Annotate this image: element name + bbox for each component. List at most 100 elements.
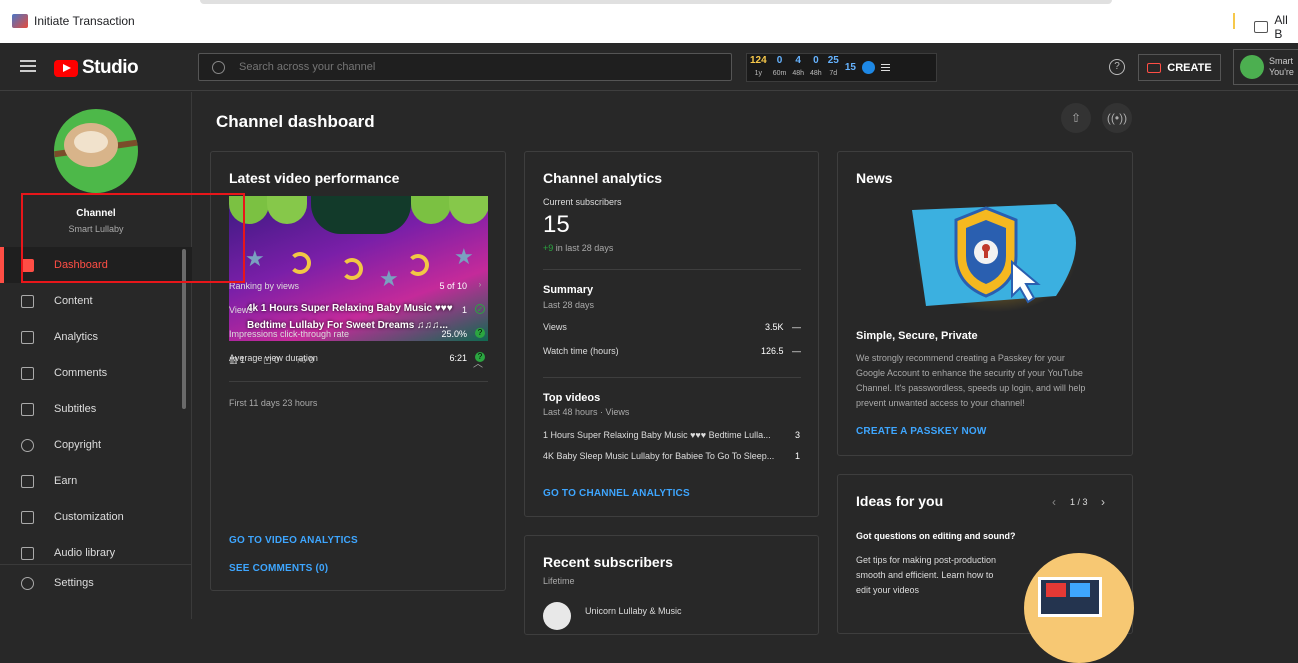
create-button[interactable]: CREATE <box>1138 54 1221 81</box>
account-sub: You're <box>1269 67 1294 77</box>
copyright-icon <box>21 438 34 452</box>
sidebar-item-earn[interactable]: Earn <box>0 463 192 499</box>
bookmarks-bar: Initiate Transaction All B <box>0 0 1298 43</box>
news-body: We strongly recommend creating a Passkey… <box>856 351 1085 411</box>
card-heading: News <box>856 170 893 186</box>
page-title: Channel dashboard <box>216 112 375 131</box>
sidebar-item-label: Customization <box>54 511 124 523</box>
watch-time-label: Watch time (hours) <box>543 346 619 356</box>
stat-label: 1y <box>754 70 763 77</box>
stat-row-value: 5 of 10 <box>439 281 467 291</box>
sidebar-item-analytics[interactable]: Analytics <box>0 319 192 355</box>
stat-row-value: 6:21 <box>449 353 467 363</box>
subscriber-name[interactable]: Unicorn Lullaby & Music <box>585 606 682 616</box>
views-label: Views <box>543 322 567 332</box>
latest-video-card: Latest video performance ★ ★ ★ 4k 1 Hour… <box>210 151 506 591</box>
stat-value: 124 <box>750 55 767 66</box>
upload-icon[interactable]: ⇧ <box>1061 103 1091 133</box>
video-thumbnail[interactable]: ★ ★ ★ 4k 1 Hours Super Relaxing Baby Mus… <box>229 196 488 341</box>
see-comments-link[interactable]: SEE COMMENTS (0) <box>229 563 328 574</box>
stat-label: 7d <box>829 70 838 77</box>
top-videos-heading: Top videos <box>543 392 601 404</box>
stat-item: 25 7d <box>828 56 839 79</box>
news-title: Simple, Secure, Private <box>856 330 978 342</box>
news-body-line: Google Account to enhance the security o… <box>856 368 1083 378</box>
avatar <box>1240 55 1264 79</box>
ideas-card: Ideas for you ‹ 1 / 3 › Got questions on… <box>837 474 1134 663</box>
stat-value: 0 <box>813 55 819 66</box>
thumbnail-title-line1: 4k 1 Hours Super Relaxing Baby Music ♥♥♥ <box>247 303 453 314</box>
sidebar-item-content[interactable]: Content <box>0 283 192 319</box>
sidebar-item-settings[interactable]: Settings <box>0 565 192 601</box>
stat-item: 0 60m <box>773 56 787 79</box>
sidebar-item-comments[interactable]: Comments <box>0 355 192 391</box>
account-name: Smart <box>1269 56 1294 66</box>
stat-item: 0 48h <box>810 56 822 79</box>
bookmark-separator <box>1233 13 1235 29</box>
chevron-left-icon[interactable]: ‹ <box>1052 495 1056 509</box>
stat-label: 60m <box>772 70 787 77</box>
studio-logo-text: Studio <box>82 57 139 78</box>
stat-value: 0 <box>776 55 783 66</box>
create-passkey-link[interactable]: CREATE A PASSKEY NOW <box>856 426 987 437</box>
ideas-body-line: smooth and efficient. Learn how to <box>856 570 994 580</box>
sidebar: Channel Smart Lullaby Dashboard Content An… <box>0 92 245 619</box>
card-heading: Latest video performance <box>229 170 400 186</box>
sidebar-item-subtitles[interactable]: Subtitles <box>0 391 192 427</box>
play-icon[interactable] <box>861 61 875 74</box>
stat-label: 48h <box>792 70 804 77</box>
subscribers-count: 15 <box>543 211 570 238</box>
go-to-video-analytics-link[interactable]: GO TO VIDEO ANALYTICS <box>229 535 358 546</box>
account-button[interactable]: Smart You're <box>1233 49 1298 85</box>
divider <box>543 269 801 270</box>
bookmark-initiate-transaction[interactable]: Initiate Transaction <box>12 14 135 28</box>
content-icon <box>21 294 34 308</box>
bookmark-all-bookmarks[interactable]: All B <box>1254 13 1298 41</box>
help-icon[interactable]: ? <box>1109 59 1125 75</box>
create-video-icon <box>1147 62 1162 73</box>
go-live-icon[interactable]: ((•)) <box>1102 103 1132 133</box>
bookmark-label: All B <box>1274 13 1288 41</box>
subscribers-delta: +9 in last 28 days <box>543 243 613 253</box>
help-circle-icon[interactable]: ? <box>475 328 485 338</box>
comments-icon <box>21 366 34 380</box>
news-card: News Simple, Secure, Private We strongly… <box>837 151 1133 456</box>
go-to-channel-analytics-link[interactable]: GO TO CHANNEL ANALYTICS <box>543 488 690 499</box>
chevron-right-icon[interactable]: › <box>1101 495 1105 509</box>
delta-text: in last 28 days <box>555 243 614 253</box>
news-body-line: We strongly recommend creating a Passkey… <box>856 353 1065 363</box>
search-box[interactable] <box>198 53 732 81</box>
search-input[interactable] <box>239 61 699 73</box>
top-video-2[interactable]: 4K Baby Sleep Music Lullaby for Babiee T… <box>543 451 774 461</box>
subscriber-avatar[interactable] <box>543 602 571 630</box>
stat-value: 15 <box>844 61 856 73</box>
folder-icon <box>1254 21 1269 33</box>
sidebar-item-label: Content <box>54 295 93 307</box>
gear-icon <box>21 576 34 590</box>
studio-logo[interactable]: Studio <box>54 57 139 79</box>
hamburger-menu-icon[interactable] <box>20 60 36 72</box>
stat-label: 48h <box>810 70 822 77</box>
top-video-1[interactable]: 1 Hours Super Relaxing Baby Music ♥♥♥ Be… <box>543 430 771 440</box>
bookmark-label: Initiate Transaction <box>34 14 135 28</box>
stat-value: 25 <box>827 55 839 66</box>
channel-avatar[interactable] <box>54 109 138 193</box>
stat-row-value: 1 <box>461 305 467 315</box>
delta-value: +9 <box>543 243 554 253</box>
help-circle-icon[interactable]: ? <box>475 352 485 362</box>
extension-stats-widget[interactable]: 124 1y 0 60m 4 48h 0 48h 25 7d 15 <box>746 53 937 82</box>
channel-analytics-card: Channel analytics Current subscribers 15… <box>524 151 819 517</box>
sidebar-item-copyright[interactable]: Copyright <box>0 427 192 463</box>
analytics-icon <box>21 330 34 344</box>
top-video-2-views: 1 <box>795 451 801 461</box>
sidebar-item-customization[interactable]: Customization <box>0 499 192 535</box>
views-trend: — <box>792 322 801 332</box>
card-heading: Channel analytics <box>543 170 663 186</box>
earn-icon <box>21 474 34 488</box>
list-menu-icon[interactable] <box>880 64 890 71</box>
divider <box>229 381 488 382</box>
news-body-line: Channel. It's passwordless, speeds up lo… <box>856 383 1086 393</box>
watch-time-trend: — <box>792 346 801 356</box>
chevron-right-icon[interactable]: › <box>475 280 485 290</box>
bookmark-favicon-icon <box>12 14 28 28</box>
